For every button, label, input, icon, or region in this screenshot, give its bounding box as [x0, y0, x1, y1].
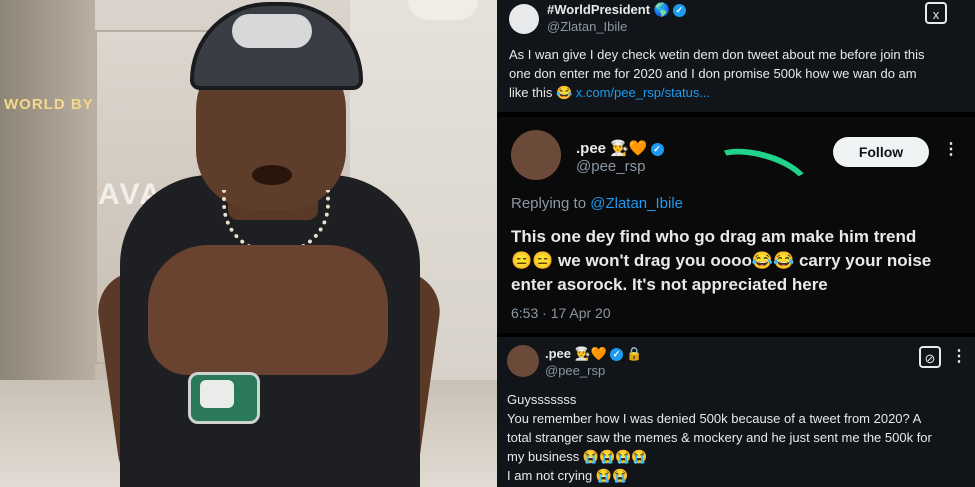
screenshot-composite: WORLD BY AVA #WorldPresident 🌎 ✓ @Zlatan_…: [0, 0, 975, 487]
replying-to: Replying to @Zlatan_Ibile: [511, 195, 683, 212]
person-hands: [148, 245, 388, 375]
lock-icon: 🔒: [626, 346, 643, 361]
follow-button[interactable]: Follow: [833, 137, 929, 167]
cap-logo: [232, 14, 312, 48]
grok-icon[interactable]: ⊘: [919, 346, 941, 368]
timestamp[interactable]: 6:53 · 17 Apr 20: [511, 305, 611, 321]
bottom-tweet: .pee 👨‍🍳🧡 ✓ 🔒 @pee_rsp ⊘ ⋮ Guysssssss You …: [497, 337, 975, 487]
tweet-body: Guysssssss You remember how I was denied…: [507, 392, 932, 483]
display-name[interactable]: .pee 👨‍🍳🧡 ✓: [576, 139, 664, 157]
tweet-body: As I wan give I dey check wetin dem don …: [509, 47, 925, 100]
more-icon[interactable]: ⋮: [951, 346, 967, 366]
person-mouth: [252, 165, 292, 185]
verified-icon: ✓: [672, 4, 686, 18]
avatar[interactable]: [509, 4, 539, 34]
watch-face: [200, 380, 234, 408]
ceiling-light: [408, 0, 478, 20]
verified-icon: ✓: [650, 142, 664, 156]
top-tweet: #WorldPresident 🌎 ✓ @Zlatan_Ibile x As I …: [497, 0, 975, 112]
store-sign: WORLD BY: [4, 96, 94, 113]
x-logo-icon[interactable]: x: [925, 2, 947, 24]
tweet-link[interactable]: x.com/pee_rsp/status...: [576, 85, 710, 100]
display-name[interactable]: #WorldPresident 🌎 ✓: [547, 2, 686, 18]
more-icon[interactable]: ⋮: [943, 139, 959, 159]
handle[interactable]: @pee_rsp: [545, 363, 605, 378]
handle[interactable]: @Zlatan_Ibile: [547, 19, 627, 34]
verified-icon: ✓: [610, 348, 623, 362]
video-photo: WORLD BY AVA: [0, 0, 497, 487]
quoted-body: This one dey find who go drag am make hi…: [511, 227, 932, 294]
display-name[interactable]: .pee 👨‍🍳🧡 ✓ 🔒: [545, 346, 642, 362]
handle[interactable]: @pee_rsp: [576, 158, 645, 175]
avatar[interactable]: [511, 130, 561, 180]
tweets-panel: #WorldPresident 🌎 ✓ @Zlatan_Ibile x As I …: [497, 0, 975, 487]
avatar[interactable]: [507, 345, 539, 377]
